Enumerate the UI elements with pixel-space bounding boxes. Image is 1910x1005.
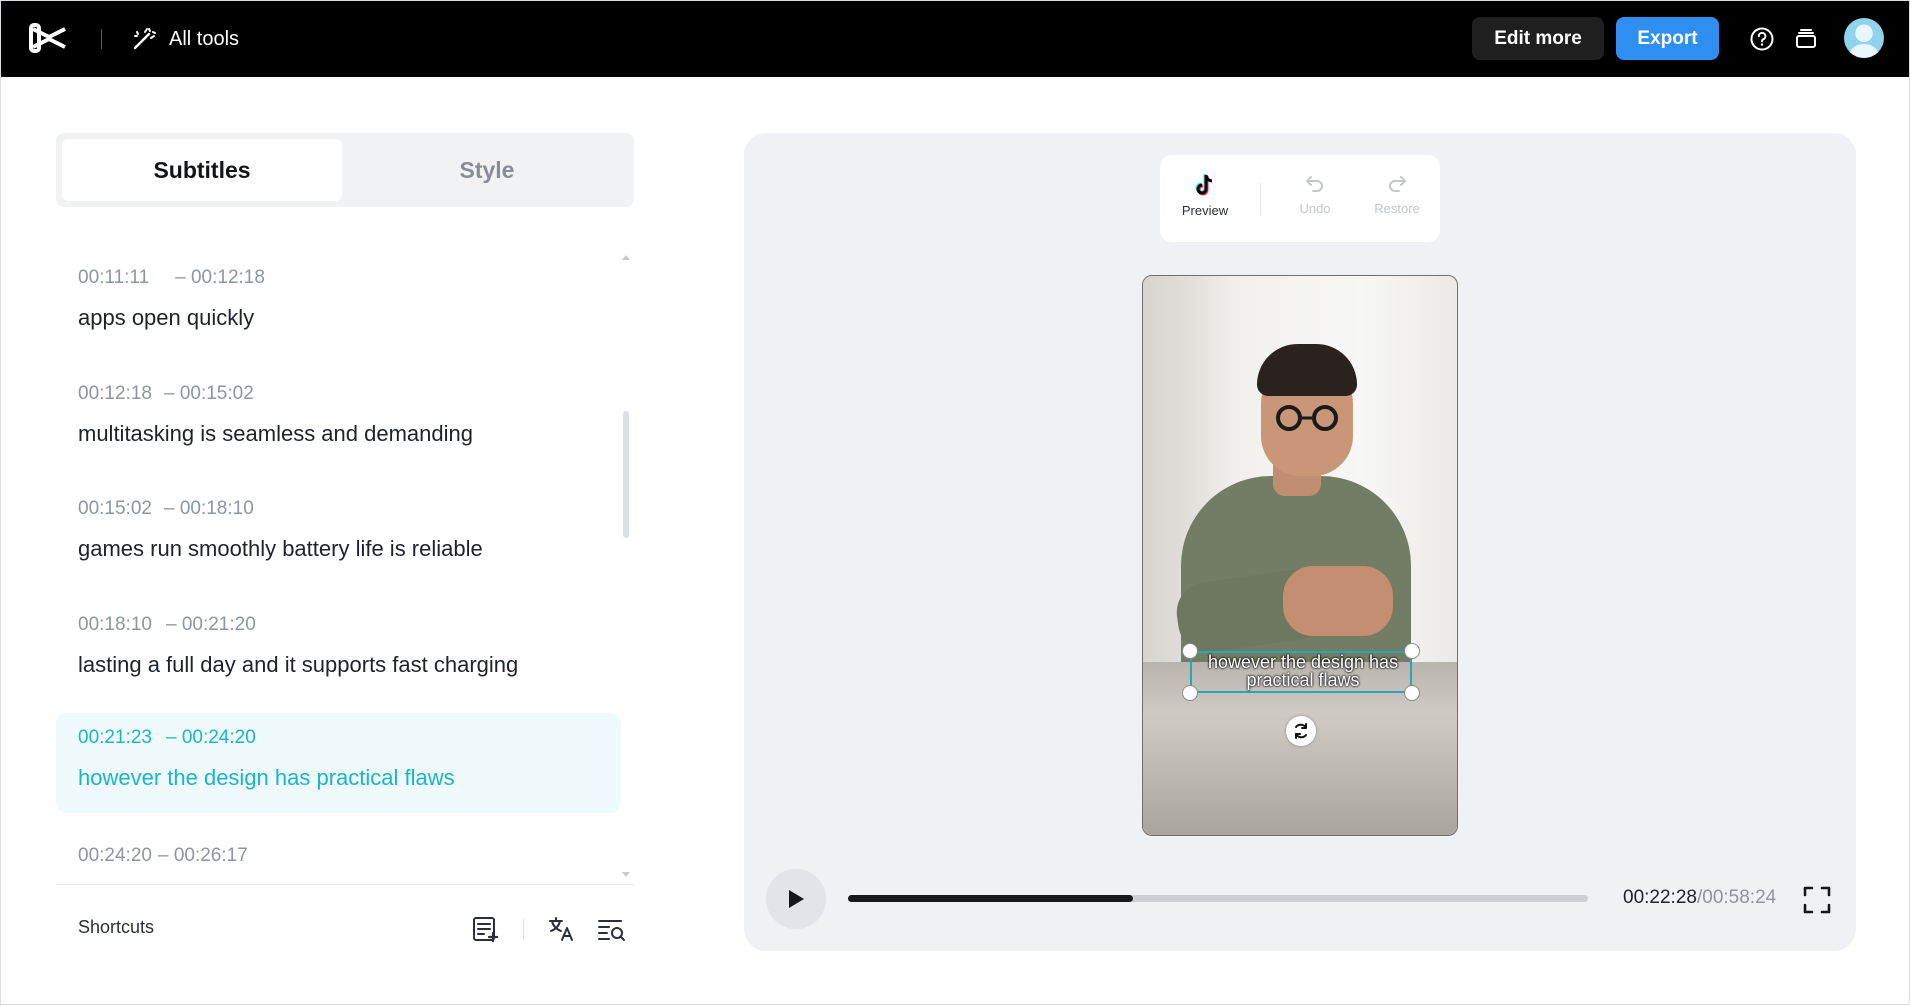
start-time: 00:11:11 bbox=[78, 267, 150, 288]
subtitle-item[interactable]: 00:15:02 – 00:18:10 games run smoothly ba… bbox=[56, 474, 621, 574]
resize-handle-top-left[interactable] bbox=[1182, 643, 1198, 659]
subtitle-overlay-line-1: however the design has bbox=[1207, 652, 1399, 672]
resize-handle-bottom-right[interactable] bbox=[1404, 685, 1420, 701]
preview-toolbar: Preview Undo Restore bbox=[1160, 155, 1440, 242]
footer-divider bbox=[56, 884, 634, 885]
export-button[interactable]: Export bbox=[1616, 17, 1719, 60]
subtitle-text[interactable]: games run smoothly battery life is relia… bbox=[78, 536, 483, 562]
restore-label: Restore bbox=[1374, 201, 1420, 216]
subtitle-item[interactable]: 00:12:18 – 00:15:02 multitasking is seaml… bbox=[56, 359, 621, 459]
subtitle-overlay-box[interactable]: however the design has practical flaws bbox=[1190, 651, 1412, 693]
subtitle-text[interactable]: apps open quickly bbox=[78, 305, 254, 331]
top-bar: All tools Edit more Export bbox=[1, 1, 1909, 77]
start-time: 00:12:18 bbox=[78, 383, 152, 404]
video-preview[interactable]: however the design has practical flaws bbox=[1142, 275, 1458, 836]
end-time: – 00:21:20 bbox=[165, 614, 256, 635]
tab-style[interactable]: Style bbox=[346, 139, 628, 201]
app-window: All tools Edit more Export Subtitles Sty… bbox=[0, 0, 1910, 1005]
all-tools-button[interactable]: All tools bbox=[131, 23, 239, 55]
tab-subtitles[interactable]: Subtitles bbox=[62, 139, 342, 201]
toolbar-divider bbox=[1260, 183, 1261, 215]
preview-button[interactable]: Preview bbox=[1170, 173, 1240, 218]
undo-label: Undo bbox=[1299, 201, 1331, 216]
subtitle-text[interactable]: however the design has practical flaws bbox=[78, 765, 455, 791]
subtitle-list: 00:11:11 – 00:12:18 apps open quickly 00:… bbox=[56, 243, 634, 883]
end-time: – 00:18:10 bbox=[163, 498, 254, 519]
capcut-logo-icon[interactable] bbox=[29, 21, 69, 55]
start-time: 00:21:23 bbox=[78, 727, 152, 748]
topbar-divider bbox=[101, 29, 102, 49]
user-avatar[interactable] bbox=[1844, 18, 1884, 58]
search-subtitles-icon[interactable] bbox=[595, 913, 627, 945]
all-tools-label: All tools bbox=[169, 27, 240, 50]
person-hands bbox=[1283, 566, 1393, 636]
scrollbar-thumb[interactable] bbox=[623, 411, 629, 538]
subtitle-overlay-line-2: practical flaws bbox=[1246, 670, 1360, 690]
undo-button[interactable]: Undo bbox=[1280, 173, 1350, 216]
player-panel: Preview Undo Restore however the design … bbox=[744, 133, 1856, 951]
subtitle-text[interactable]: lasting a full day and it supports fast … bbox=[78, 652, 518, 678]
progress-fill bbox=[848, 895, 1133, 902]
subtitle-item[interactable]: 00:11:11 – 00:12:18 apps open quickly bbox=[56, 243, 621, 343]
preview-label: Preview bbox=[1181, 203, 1229, 218]
help-icon[interactable] bbox=[1748, 25, 1776, 53]
subtitle-item[interactable]: 00:24:20– 00:26:17 bbox=[56, 821, 621, 883]
progress-bar[interactable] bbox=[848, 895, 1588, 902]
play-button[interactable] bbox=[766, 869, 826, 929]
start-time: 00:15:02 bbox=[78, 498, 152, 519]
edit-more-button[interactable]: Edit more bbox=[1472, 17, 1604, 60]
shortcuts-link[interactable]: Shortcuts bbox=[78, 917, 154, 938]
add-subtitle-icon[interactable] bbox=[469, 913, 501, 945]
current-time: 00:22:28 bbox=[1623, 887, 1697, 908]
glasses-shape bbox=[1276, 405, 1338, 431]
tiktok-icon bbox=[1195, 174, 1213, 196]
rotate-handle-icon[interactable] bbox=[1286, 716, 1316, 746]
subtitle-item[interactable]: 00:18:10 – 00:21:20 lasting a full day an… bbox=[56, 590, 621, 690]
subtitle-item-active[interactable]: 00:21:23 – 00:24:20 however the design ha… bbox=[56, 713, 621, 813]
fullscreen-icon[interactable] bbox=[1802, 885, 1832, 915]
subtitle-text[interactable]: multitasking is seamless and demanding bbox=[78, 421, 473, 447]
start-time: 00:24:20 bbox=[78, 845, 152, 866]
restore-button[interactable]: Restore bbox=[1362, 173, 1432, 216]
end-time: – 00:24:20 bbox=[165, 727, 256, 748]
scroll-down-arrow[interactable] bbox=[622, 872, 630, 877]
end-time: – 00:15:02 bbox=[163, 383, 254, 404]
scroll-up-arrow[interactable] bbox=[622, 255, 630, 260]
footer-icon-divider bbox=[523, 919, 524, 939]
play-icon bbox=[789, 890, 804, 908]
total-time: /00:58:24 bbox=[1696, 887, 1777, 908]
start-time: 00:18:10 bbox=[78, 614, 152, 635]
magic-wand-icon bbox=[133, 28, 156, 50]
redo-icon bbox=[1389, 176, 1406, 192]
undo-icon bbox=[1306, 176, 1323, 192]
resize-handle-bottom-left[interactable] bbox=[1182, 685, 1198, 701]
translate-icon[interactable] bbox=[545, 913, 577, 945]
resize-handle-top-right[interactable] bbox=[1404, 643, 1420, 659]
panel-tabs: Subtitles Style bbox=[56, 133, 634, 207]
end-time: – 00:26:17 bbox=[157, 845, 248, 866]
layers-icon[interactable] bbox=[1792, 25, 1820, 53]
end-time: – 00:12:18 bbox=[175, 267, 265, 288]
